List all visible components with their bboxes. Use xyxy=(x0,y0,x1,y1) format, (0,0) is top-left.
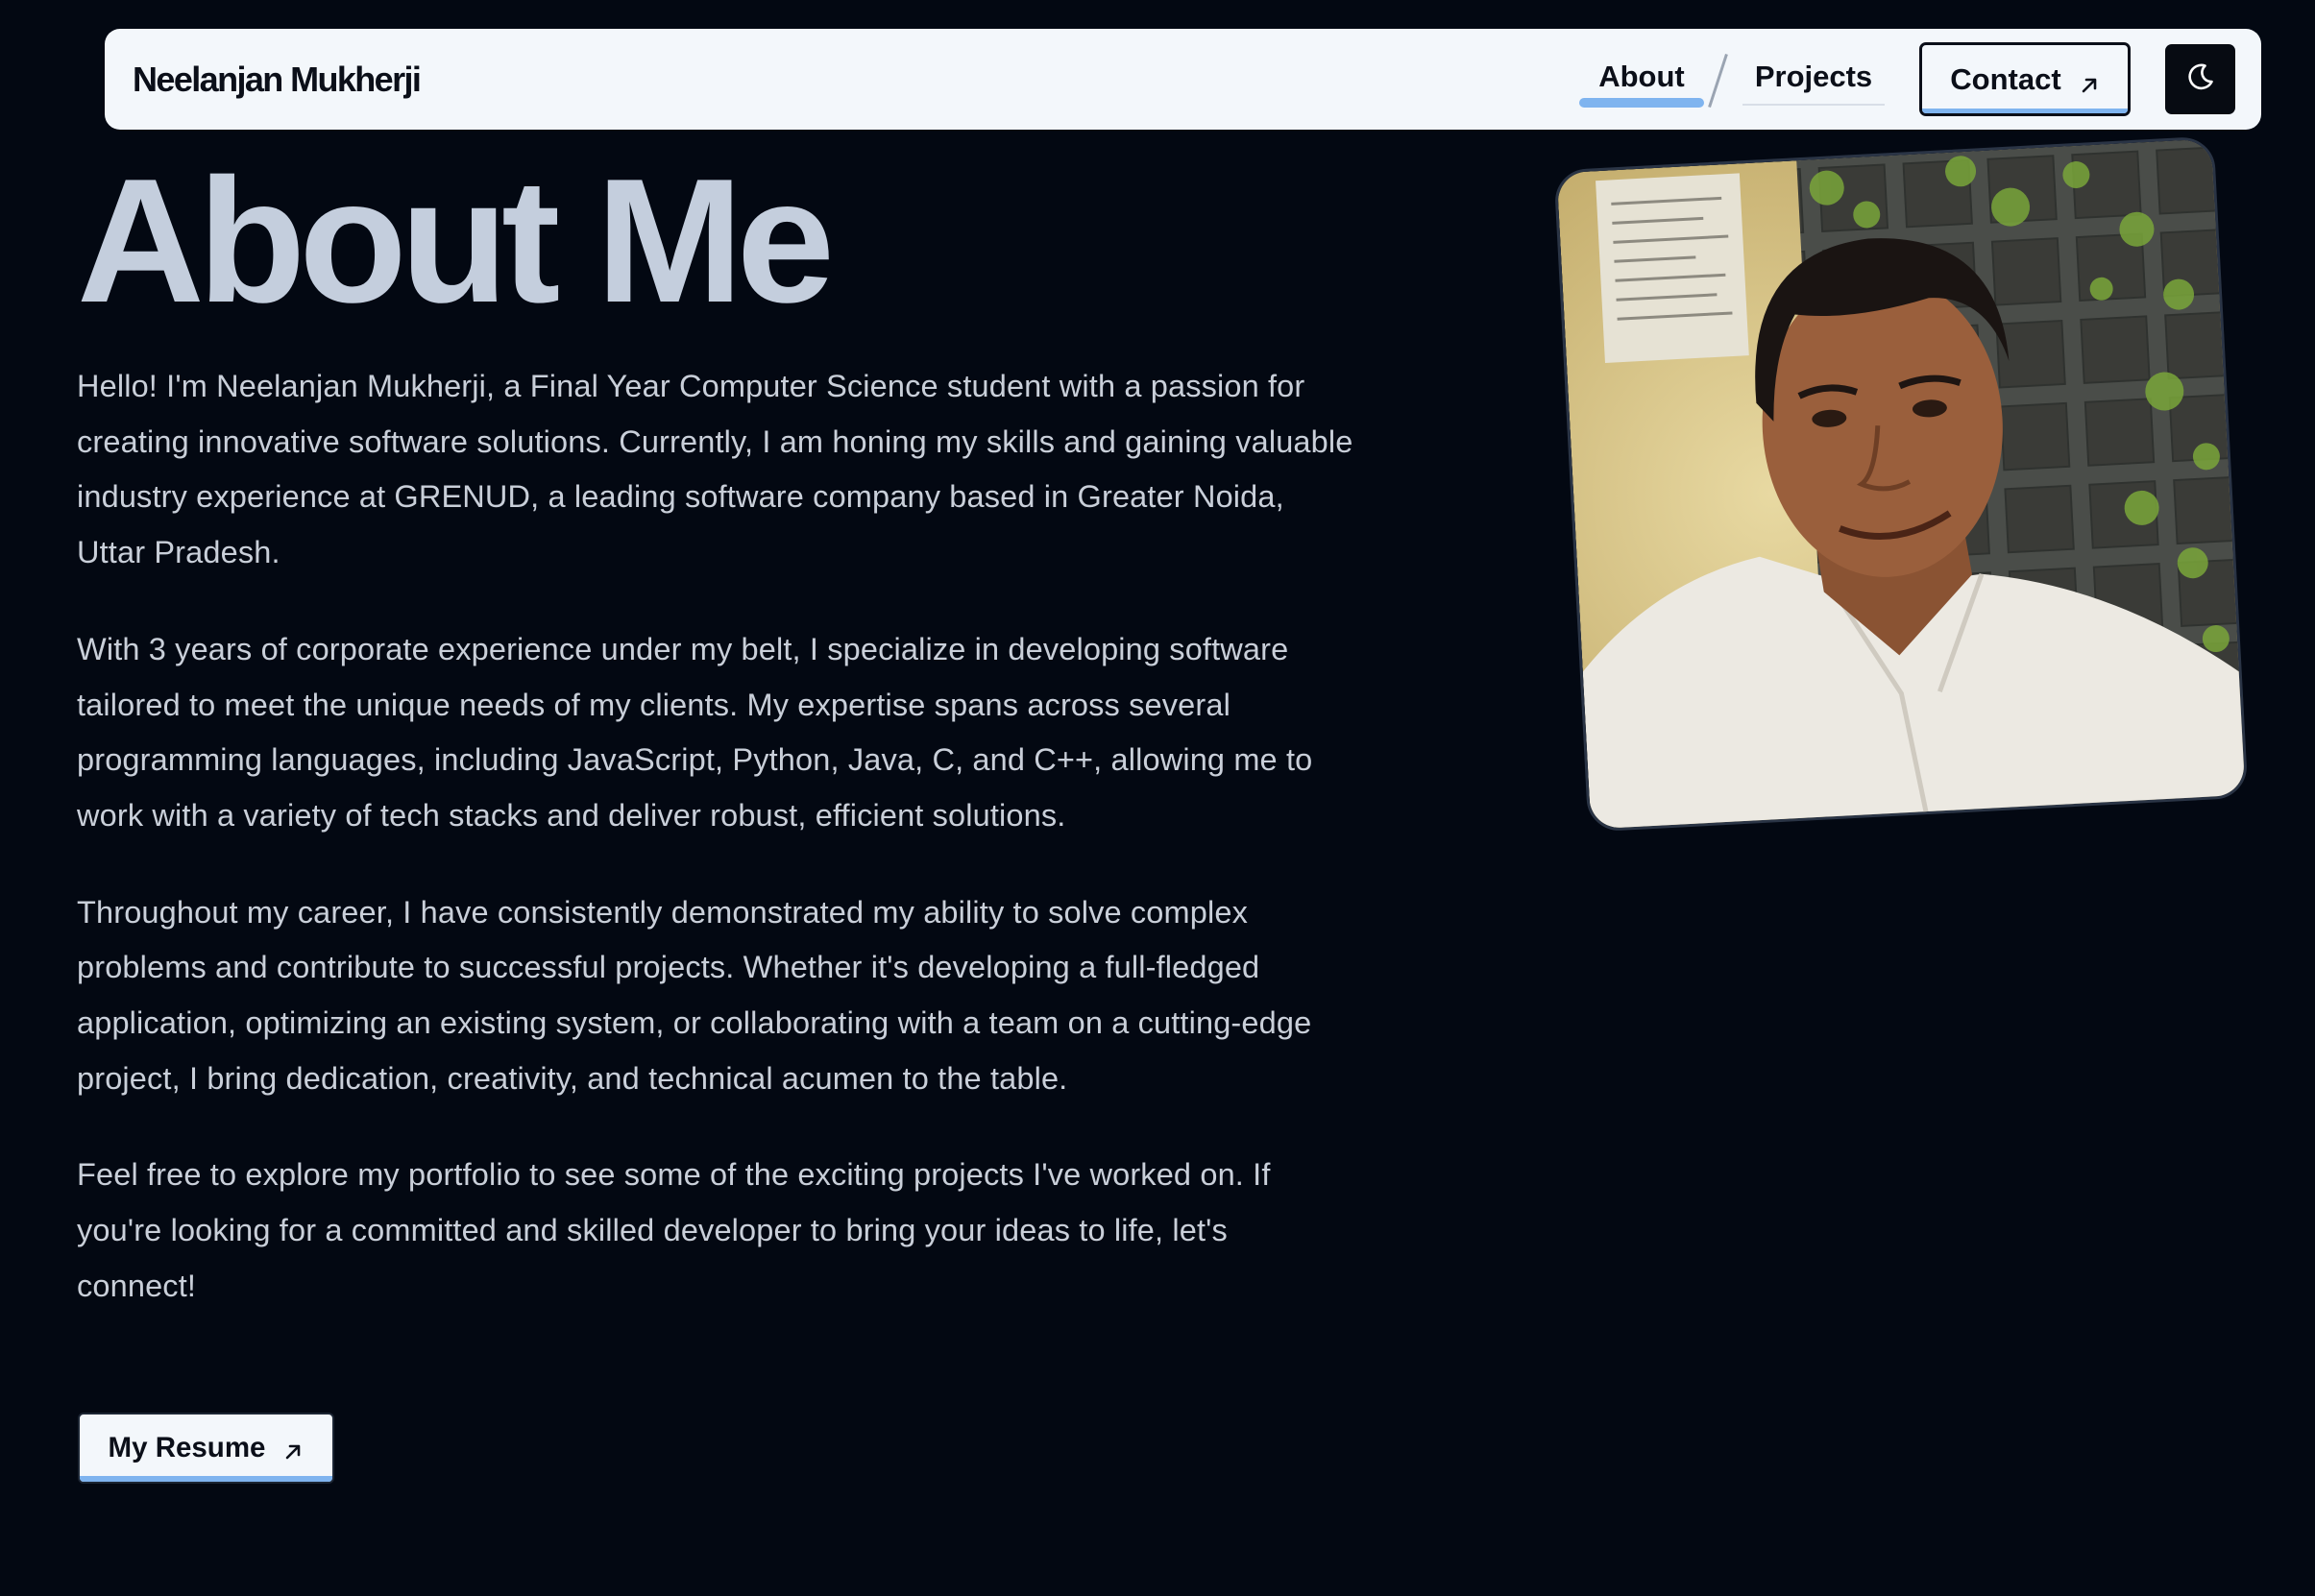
nav-link-about-label: About xyxy=(1598,60,1685,93)
nav-divider xyxy=(1708,53,1728,109)
nav-link-projects[interactable]: Projects xyxy=(1742,50,1885,106)
arrow-up-right-icon xyxy=(2079,69,2100,92)
bio-paragraph: Hello! I'm Neelanjan Mukherji, a Final Y… xyxy=(77,369,1353,570)
bio-paragraph: Throughout my career, I have consistentl… xyxy=(77,894,1312,1096)
resume-button[interactable]: My Resume xyxy=(78,1413,334,1484)
page-title: About Me xyxy=(77,141,835,339)
profile-photo xyxy=(1553,135,2249,833)
top-navbar: Neelanjan Mukherji About Projects Contac… xyxy=(105,29,2261,130)
contact-button[interactable]: Contact xyxy=(1919,42,2131,116)
bio-paragraph: Feel free to explore my portfolio to see… xyxy=(77,1157,1271,1303)
nav-link-about[interactable]: About xyxy=(1579,50,1704,108)
theme-toggle-button[interactable] xyxy=(2165,44,2235,114)
active-nav-indicator xyxy=(1579,98,1704,108)
resume-button-label: My Resume xyxy=(108,1432,266,1463)
contact-button-label: Contact xyxy=(1950,61,2061,96)
about-page: Neelanjan Mukherji About Projects Contac… xyxy=(0,0,2315,1596)
arrow-up-right-icon xyxy=(282,1438,304,1460)
moon-icon xyxy=(2185,61,2216,97)
bio-paragraph: With 3 years of corporate experience und… xyxy=(77,631,1313,833)
site-brand[interactable]: Neelanjan Mukherji xyxy=(133,29,422,130)
bio-section: Hello! I'm Neelanjan Mukherji, a Final Y… xyxy=(77,359,1354,1356)
